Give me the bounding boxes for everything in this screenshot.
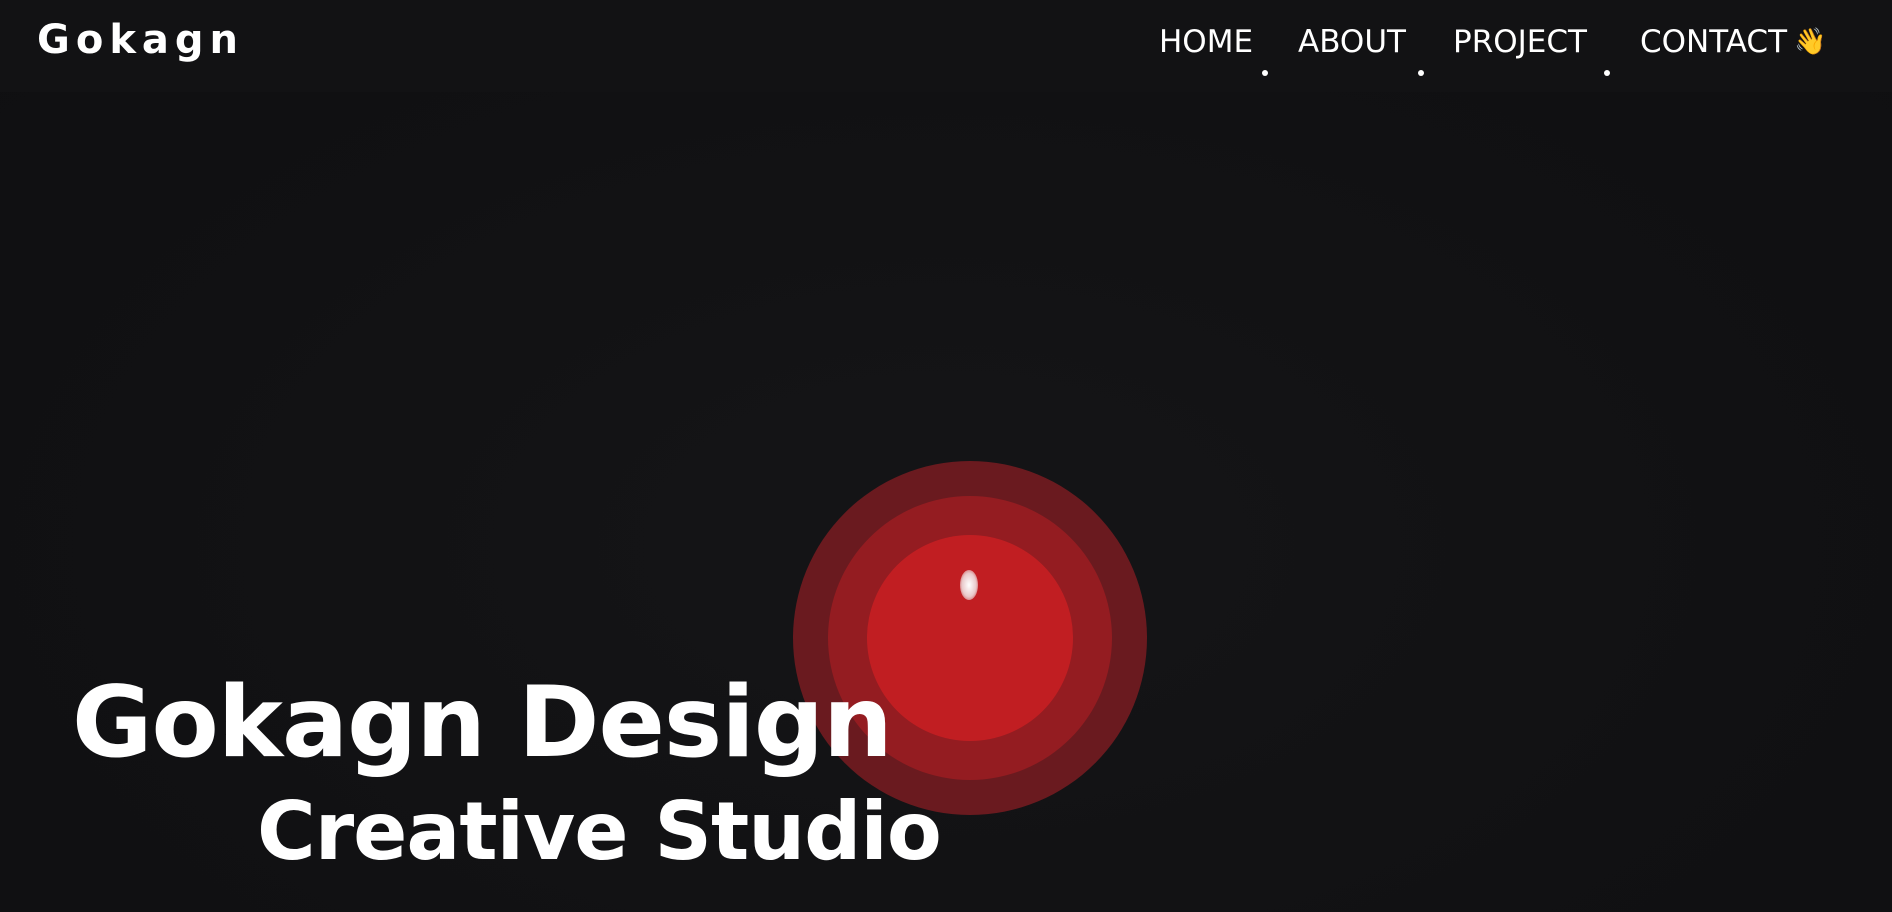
nav-separator-dot bbox=[1418, 70, 1424, 76]
page: Gokagn HOME ABOUT PROJECT CONTACT 👋 Goka… bbox=[0, 0, 1892, 912]
waving-hand-icon[interactable]: 👋 bbox=[1794, 26, 1826, 58]
hero-title: Gokagn Design bbox=[72, 665, 893, 780]
orb-highlight bbox=[960, 570, 978, 600]
nav-link-contact[interactable]: CONTACT bbox=[1640, 20, 1787, 64]
top-navigation-bar: Gokagn HOME ABOUT PROJECT CONTACT 👋 bbox=[0, 0, 1892, 92]
nav-link-home[interactable]: HOME bbox=[1159, 20, 1253, 64]
orb-inner-core bbox=[867, 535, 1073, 741]
nav-separator-dot bbox=[1262, 70, 1268, 76]
nav-separator-dot bbox=[1604, 70, 1610, 76]
nav-link-about[interactable]: ABOUT bbox=[1298, 20, 1406, 64]
hero-subtitle: Creative Studio bbox=[257, 785, 942, 879]
nav-link-project[interactable]: PROJECT bbox=[1453, 20, 1587, 64]
brand-logo[interactable]: Gokagn bbox=[37, 14, 244, 66]
